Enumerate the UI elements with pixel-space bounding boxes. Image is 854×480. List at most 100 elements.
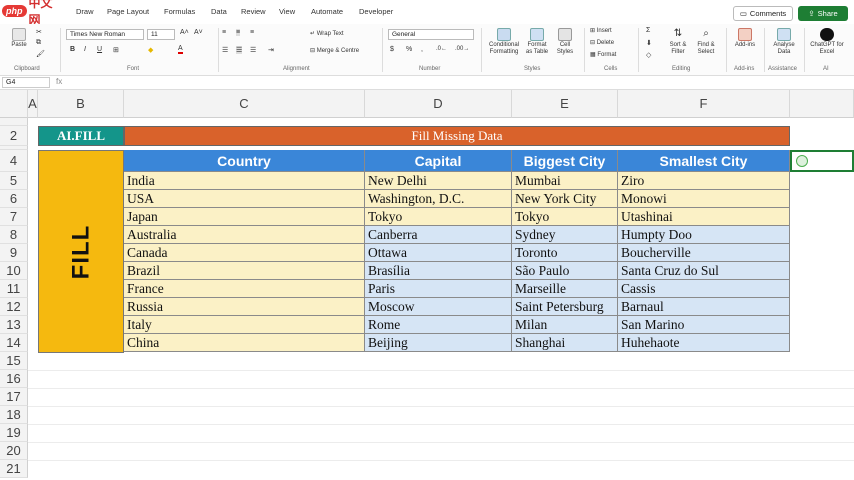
- table-cell[interactable]: France: [124, 280, 365, 298]
- increase-font-icon[interactable]: A˄: [180, 29, 189, 36]
- paste-button[interactable]: Paste: [6, 28, 32, 49]
- row-header-18[interactable]: 18: [0, 406, 28, 424]
- table-cell[interactable]: New York City: [512, 190, 618, 208]
- indent-icon[interactable]: ⇥: [268, 46, 274, 54]
- row-header-13[interactable]: 13: [0, 316, 28, 334]
- table-cell[interactable]: Santa Cruz do Sul: [618, 262, 790, 280]
- table-cell[interactable]: São Paulo: [512, 262, 618, 280]
- table-cell[interactable]: Saint Petersburg: [512, 298, 618, 316]
- row-header-15[interactable]: 15: [0, 352, 28, 370]
- table-cell[interactable]: Paris: [365, 280, 512, 298]
- comma-icon[interactable]: ,: [421, 46, 423, 53]
- tab-developer[interactable]: Developer: [359, 7, 393, 16]
- tab-formulas[interactable]: Formulas: [164, 7, 195, 16]
- header-biggest-city[interactable]: Biggest City: [512, 150, 618, 172]
- name-box[interactable]: G4: [2, 77, 50, 88]
- font-color-icon[interactable]: A: [178, 45, 183, 54]
- fill-label-cell[interactable]: FILL: [38, 150, 124, 353]
- align-left-icon[interactable]: ☰: [222, 46, 228, 54]
- align-bottom-icon[interactable]: ≡: [250, 29, 254, 36]
- analyse-data-button[interactable]: Analyse Data: [770, 28, 798, 56]
- table-cell[interactable]: Sydney: [512, 226, 618, 244]
- table-cell[interactable]: Brazil: [124, 262, 365, 280]
- copy-icon[interactable]: ⧉: [36, 39, 41, 47]
- decrease-font-icon[interactable]: A˅: [194, 29, 203, 36]
- column-header-b[interactable]: B: [38, 90, 124, 118]
- row-header-7[interactable]: 7: [0, 208, 28, 226]
- table-cell[interactable]: Beijing: [365, 334, 512, 352]
- table-cell[interactable]: San Marino: [618, 316, 790, 334]
- table-cell[interactable]: Huhehaote: [618, 334, 790, 352]
- table-cell[interactable]: Shanghai: [512, 334, 618, 352]
- align-center-icon[interactable]: ☰: [236, 46, 243, 54]
- row-header-16[interactable]: 16: [0, 370, 28, 388]
- table-cell[interactable]: Toronto: [512, 244, 618, 262]
- sheet-title-cell[interactable]: Fill Missing Data: [124, 126, 790, 146]
- fx-icon[interactable]: fx: [56, 77, 62, 86]
- tab-data[interactable]: Data: [211, 7, 227, 16]
- align-top-icon[interactable]: ≡: [222, 29, 226, 36]
- column-header-d[interactable]: D: [365, 90, 512, 118]
- row-header-12[interactable]: 12: [0, 298, 28, 316]
- wrap-text-button[interactable]: ↵ Wrap Text: [310, 30, 344, 37]
- chatgpt-button[interactable]: ChatGPT for Excel: [810, 28, 844, 56]
- table-cell[interactable]: USA: [124, 190, 365, 208]
- find-select-button[interactable]: ⌕ Find & Select: [694, 28, 718, 56]
- format-painter-icon[interactable]: 🖌: [36, 50, 45, 58]
- tab-draw[interactable]: Draw: [76, 7, 94, 16]
- table-cell[interactable]: India: [124, 172, 365, 190]
- percent-icon[interactable]: %: [406, 46, 412, 53]
- fill-down-icon[interactable]: ⬇: [646, 39, 652, 47]
- table-cell[interactable]: Canberra: [365, 226, 512, 244]
- table-cell[interactable]: Canada: [124, 244, 365, 262]
- row-header-19[interactable]: 19: [0, 424, 28, 442]
- table-cell[interactable]: Tokyo: [512, 208, 618, 226]
- format-button[interactable]: ▦ Format: [590, 51, 616, 58]
- italic-button[interactable]: I: [84, 46, 86, 53]
- format-as-table-button[interactable]: Format as Table: [524, 28, 550, 56]
- row-header-1[interactable]: 1: [0, 118, 28, 126]
- tab-automate[interactable]: Automate: [311, 7, 343, 16]
- cut-icon[interactable]: ✂: [36, 28, 42, 36]
- cell-styles-button[interactable]: Cell Styles: [553, 28, 577, 56]
- table-cell[interactable]: Tokyo: [365, 208, 512, 226]
- align-middle-icon[interactable]: ≡: [236, 29, 241, 36]
- table-cell[interactable]: Mumbai: [512, 172, 618, 190]
- column-header-e[interactable]: E: [512, 90, 618, 118]
- column-header-g[interactable]: [790, 90, 854, 118]
- table-cell[interactable]: Barnaul: [618, 298, 790, 316]
- table-cell[interactable]: Japan: [124, 208, 365, 226]
- sort-filter-button[interactable]: ⇅ Sort & Filter: [666, 28, 690, 56]
- table-cell[interactable]: Italy: [124, 316, 365, 334]
- borders-icon[interactable]: ⊞: [113, 46, 119, 54]
- table-cell[interactable]: Utashinai: [618, 208, 790, 226]
- merge-center-button[interactable]: ⊟ Merge & Centre: [310, 47, 359, 54]
- row-header-20[interactable]: 20: [0, 442, 28, 460]
- ai-fill-tag-cell[interactable]: AI.FILL: [38, 126, 124, 146]
- table-cell[interactable]: Rome: [365, 316, 512, 334]
- column-header-a[interactable]: A: [28, 90, 38, 118]
- table-cell[interactable]: Boucherville: [618, 244, 790, 262]
- tab-view[interactable]: View: [279, 7, 295, 16]
- clear-icon[interactable]: ◇: [646, 51, 651, 59]
- number-format-select[interactable]: General: [388, 29, 474, 40]
- table-cell[interactable]: Brasília: [365, 262, 512, 280]
- tab-review[interactable]: Review: [241, 7, 266, 16]
- increase-decimal-icon[interactable]: .0←: [436, 46, 447, 52]
- comments-button[interactable]: ▭ Comments: [733, 6, 793, 21]
- align-right-icon[interactable]: ☰: [250, 46, 256, 54]
- table-cell[interactable]: Cassis: [618, 280, 790, 298]
- header-capital[interactable]: Capital: [365, 150, 512, 172]
- decrease-decimal-icon[interactable]: .00→: [455, 46, 469, 52]
- row-header-6[interactable]: 6: [0, 190, 28, 208]
- table-cell[interactable]: Washington, D.C.: [365, 190, 512, 208]
- row-header-5[interactable]: 5: [0, 172, 28, 190]
- table-cell[interactable]: Australia: [124, 226, 365, 244]
- row-header-11[interactable]: 11: [0, 280, 28, 298]
- row-header-2[interactable]: 2: [0, 126, 28, 146]
- row-header-9[interactable]: 9: [0, 244, 28, 262]
- table-cell[interactable]: Moscow: [365, 298, 512, 316]
- header-country[interactable]: Country: [124, 150, 365, 172]
- table-cell[interactable]: Humpty Doo: [618, 226, 790, 244]
- row-header-4[interactable]: 4: [0, 150, 28, 172]
